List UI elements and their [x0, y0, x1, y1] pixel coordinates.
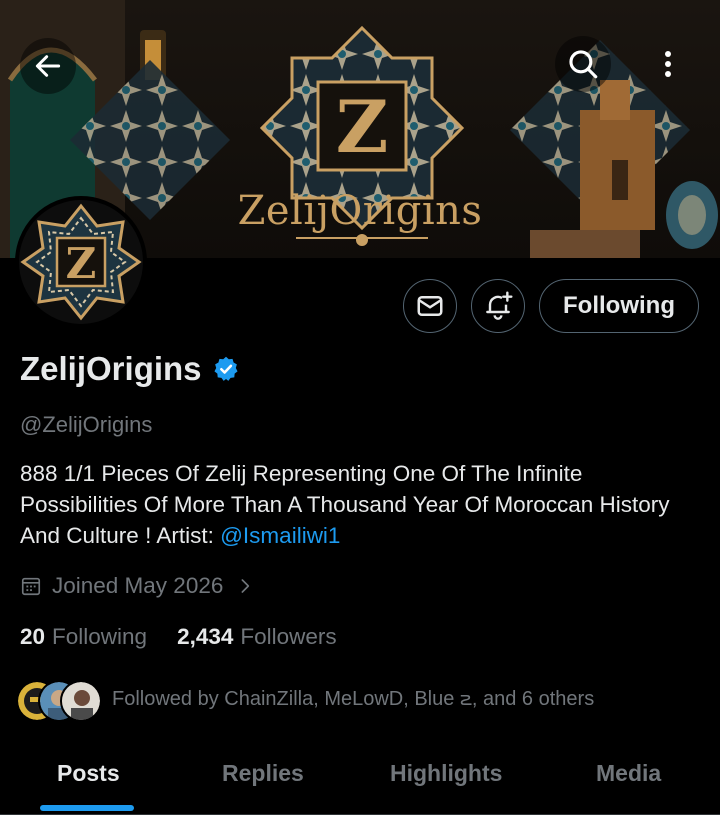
notifications-button[interactable]	[471, 279, 525, 333]
search-icon	[569, 50, 598, 79]
bio: 888 1/1 Pieces Of Zelij Representing One…	[20, 458, 700, 551]
tab-highlights[interactable]: Highlights	[390, 760, 502, 787]
following-button[interactable]: Following	[539, 279, 699, 333]
joined-date-row[interactable]: Joined May 2026	[20, 573, 253, 599]
chevron-right-icon	[241, 579, 250, 593]
joined-date: Joined May 2026	[52, 573, 224, 598]
tab-media[interactable]: Media	[596, 760, 661, 787]
calendar-icon	[21, 577, 41, 596]
followers-label: Followers	[240, 624, 337, 649]
followed-by-row[interactable]: Followed by ChainZilla, MeLowD, Blue ౽, …	[16, 680, 594, 722]
search-button[interactable]	[555, 36, 611, 92]
following-label: Following	[52, 624, 148, 649]
followers-count: 2,434	[177, 624, 234, 649]
tab-replies[interactable]: Replies	[222, 760, 304, 787]
message-button[interactable]	[403, 279, 457, 333]
display-name: ZelijOrigins	[20, 350, 202, 387]
more-vertical-icon	[665, 51, 671, 77]
svg-text:Z: Z	[336, 84, 389, 169]
profile-avatar[interactable]: Z	[15, 196, 147, 328]
follower-avatar	[60, 680, 102, 722]
following-count: 20	[20, 624, 46, 649]
bell-plus-icon	[486, 291, 513, 320]
handle: @ZelijOrigins	[20, 412, 153, 437]
bio-mention-link[interactable]: @Ismailiwi1	[220, 523, 340, 548]
active-tab-indicator	[40, 805, 134, 811]
back-button[interactable]	[20, 38, 76, 94]
tab-posts[interactable]: Posts	[57, 760, 120, 787]
profile-tabs: Posts Replies Highlights Media	[0, 740, 720, 815]
arrow-left-icon	[35, 55, 61, 77]
followed-by-text: Followed by ChainZilla, MeLowD, Blue ౽, …	[112, 687, 595, 710]
followers-stat[interactable]: 2,434 Followers	[177, 624, 337, 650]
bio-text: 888 1/1 Pieces Of Zelij Representing One…	[20, 461, 670, 548]
envelope-icon	[417, 296, 443, 316]
verified-badge-icon[interactable]	[212, 355, 240, 383]
avatar-letter: Z	[66, 239, 97, 288]
more-options-button[interactable]	[640, 36, 696, 92]
name-row: ZelijOrigins	[20, 350, 240, 388]
avatar-emblem: Z	[19, 200, 143, 324]
following-stat[interactable]: 20 Following	[20, 624, 147, 650]
stats-row: 20 Following 2,434 Followers	[20, 624, 367, 650]
